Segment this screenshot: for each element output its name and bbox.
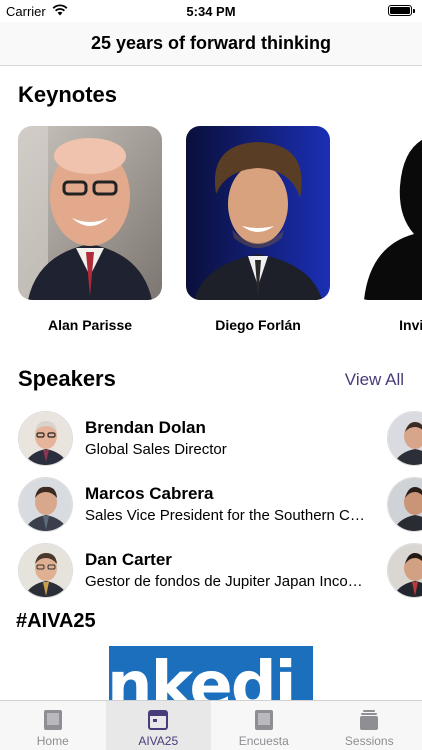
speaker-title: Sales Vice President for the Southern Co… — [85, 507, 368, 524]
speaker-row[interactable]: Brendan Dolan Global Sales Director — [18, 411, 422, 469]
keynote-card[interactable]: Diego Forlán — [186, 126, 330, 333]
main-scroll-content[interactable]: Keynotes Alan Parisse Diego Forlán Invi … — [0, 66, 422, 700]
speaker-avatar — [18, 543, 73, 598]
status-bar: Carrier 5:34 PM — [0, 0, 422, 22]
page-title: 25 years of forward thinking — [90, 33, 332, 53]
speaker-title: Gestor de fondos de Jupiter Japan Income… — [85, 573, 368, 590]
battery-icon — [388, 5, 415, 16]
keynote-name: Diego Forlán — [215, 317, 301, 333]
tab-sessions[interactable]: Sessions — [317, 701, 422, 750]
navigation-bar: 25 years of forward thinking — [0, 22, 422, 66]
sponsor-banner[interactable]: nkedi — [109, 646, 313, 700]
keynote-name: Alan Parisse — [47, 317, 133, 333]
speaker-avatar — [18, 477, 73, 532]
speaker-row[interactable]: Marcos Cabrera Sales Vice President for … — [18, 477, 422, 535]
tab-aiva25[interactable]: AIVA25 — [105, 701, 211, 750]
keynote-photo — [18, 126, 162, 300]
tab-encuesta[interactable]: Encuesta — [211, 701, 317, 750]
tab-label: Encuesta — [238, 734, 289, 748]
battery-fill — [390, 7, 410, 14]
calendar-icon — [148, 710, 169, 730]
tab-label: Sessions — [344, 734, 394, 748]
speakers-heading: Speakers — [18, 366, 116, 391]
speaker-name: Brendan Dolan — [85, 418, 206, 437]
speaker-avatar-next[interactable] — [387, 543, 422, 598]
keynote-photo — [186, 126, 330, 300]
keynotes-carousel[interactable]: Alan Parisse Diego Forlán Invi — [18, 126, 422, 346]
keynote-photo — [354, 126, 422, 300]
hashtag-heading: #AIVA25 — [16, 610, 96, 632]
page-icon — [43, 710, 62, 730]
keynote-name: Invitado — [399, 317, 422, 333]
speaker-row[interactable]: Dan Carter Gestor de fondos de Jupiter J… — [18, 543, 422, 601]
keynote-card[interactable]: Alan Parisse — [18, 126, 162, 333]
tab-home[interactable]: Home — [0, 701, 106, 750]
stack-icon — [360, 710, 379, 730]
page-icon — [254, 710, 273, 730]
speaker-avatar-next[interactable] — [387, 477, 422, 532]
view-all-link[interactable]: View All — [345, 370, 404, 390]
speaker-name: Marcos Cabrera — [85, 484, 214, 503]
tab-bar: Home AIVA25 Encuesta Sessions — [0, 700, 422, 750]
speaker-avatar-next[interactable] — [387, 411, 422, 466]
tab-label: Home — [36, 734, 69, 748]
clock: 5:34 PM — [186, 4, 236, 19]
keynotes-heading: Keynotes — [18, 82, 118, 107]
banner-text: nkedi — [109, 649, 297, 700]
speaker-avatar — [18, 411, 73, 466]
speaker-name: Dan Carter — [85, 550, 172, 569]
tab-label: AIVA25 — [138, 734, 179, 748]
speaker-title: Global Sales Director — [85, 441, 227, 458]
keynote-card[interactable]: Invitado — [354, 126, 422, 333]
